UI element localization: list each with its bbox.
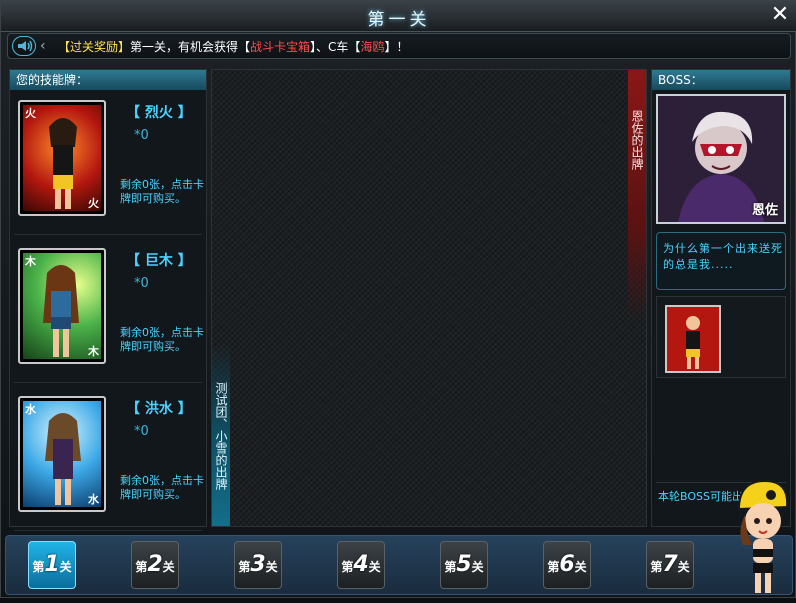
title-bar: 第一关 ✕	[1, 1, 796, 32]
skill-count: *0	[134, 424, 149, 439]
chevron-left-icon: ‹	[40, 38, 46, 54]
mascot-character	[725, 471, 796, 599]
boss-card-area	[656, 296, 786, 378]
stage-tab-1[interactable]: 第1关	[28, 541, 76, 589]
skill-card-water[interactable]: 水 水	[18, 396, 106, 512]
stage-title: 第一关	[367, 10, 431, 30]
skill-desc: 剩余0张，点击卡牌即可购买。	[120, 178, 204, 205]
notice-text-1: 第一关，有机会获得【	[130, 40, 251, 54]
boss-card-fire[interactable]	[665, 305, 721, 373]
skill-name: 【 洪水 】	[126, 401, 192, 417]
skill-desc: 剩余0张，点击卡牌即可购买。	[120, 326, 204, 353]
card-element-label: 水	[25, 403, 36, 416]
battle-area: 测试团、小雪的出牌 恩佐的出牌	[211, 69, 647, 527]
skill-name: 【 烈火 】	[126, 105, 192, 121]
close-icon[interactable]: ✕	[769, 4, 791, 26]
reward-notice: ‹ 【过关奖励】第一关，有机会获得【战斗卡宝箱】、C车【海鸥】！	[7, 33, 791, 59]
player-play-strip: 测试团、小雪的出牌	[212, 70, 230, 526]
skill-count: *0	[134, 276, 149, 291]
skill-card-fire[interactable]: 火 火	[18, 100, 106, 216]
notice-text: 【过关奖励】第一关，有机会获得【战斗卡宝箱】、C车【海鸥】！	[58, 38, 408, 55]
boss-name: 恩佐	[751, 203, 778, 218]
stage-tab-6[interactable]: 第6关	[543, 541, 591, 589]
stage-tab-4[interactable]: 第4关	[337, 541, 385, 589]
boss-panel: BOSS： 恩佐 为什么第一个出来送死的总是我..... 本轮BOSS可能出	[651, 69, 791, 527]
boss-portrait: 恩佐	[656, 94, 786, 224]
skill-item-fire: 火 火 【 烈火 】 *0 剩余0张，点击卡牌即可购买。	[14, 92, 204, 235]
card-element-label: 水	[88, 493, 99, 506]
skill-card-panel: 您的技能牌： 火 火 【 烈火 】 *0 剩余0张，点击卡牌即可购买。 木 木 …	[9, 69, 207, 531]
card-element-label: 木	[88, 345, 99, 358]
game-window: 第一关 ✕ ‹ 【过关奖励】第一关，有机会获得【战斗卡宝箱】、C车【海鸥】！ 您…	[0, 0, 796, 598]
boss-play-strip: 恩佐的出牌	[628, 70, 646, 526]
card-element-label: 火	[25, 107, 36, 120]
notice-text-2: 】、C车【	[310, 40, 361, 54]
notice-highlight-1: 战斗卡宝箱	[250, 40, 311, 54]
player-play-label: 测试团、小雪的出牌	[214, 382, 228, 490]
card-element-label: 木	[25, 255, 36, 268]
skill-name: 【 巨木 】	[126, 253, 192, 269]
skill-count: *0	[134, 128, 149, 143]
stage-tab-7[interactable]: 第7关	[646, 541, 694, 589]
notice-tag: 【过关奖励】	[58, 40, 131, 54]
stage-tab-3[interactable]: 第3关	[234, 541, 282, 589]
notice-text-3: 】！	[384, 40, 409, 54]
stage-tab-2[interactable]: 第2关	[131, 541, 179, 589]
boss-panel-header: BOSS：	[652, 70, 790, 90]
skill-panel-header: 您的技能牌：	[10, 70, 206, 90]
skill-card-wood[interactable]: 木 木	[18, 248, 106, 364]
stage-tab-5[interactable]: 第5关	[440, 541, 488, 589]
stage-tab-bar: 第1关 第2关 第3关 第4关 第5关 第6关 第7关	[5, 535, 793, 595]
boss-play-label: 恩佐的出牌	[630, 110, 644, 170]
skill-item-water: 水 水 【 洪水 】 *0 剩余0张，点击卡牌即可购买。	[14, 388, 204, 531]
speaker-icon[interactable]	[12, 36, 36, 56]
skill-item-wood: 木 木 【 巨木 】 *0 剩余0张，点击卡牌即可购买。	[14, 240, 204, 383]
notice-highlight-2: 海鸥	[360, 40, 385, 54]
card-element-label: 火	[88, 197, 99, 210]
boss-speech-bubble: 为什么第一个出来送死的总是我.....	[656, 232, 786, 290]
skill-desc: 剩余0张，点击卡牌即可购买。	[120, 474, 204, 501]
boss-speech-text: 为什么第一个出来送死的总是我.....	[663, 242, 783, 271]
